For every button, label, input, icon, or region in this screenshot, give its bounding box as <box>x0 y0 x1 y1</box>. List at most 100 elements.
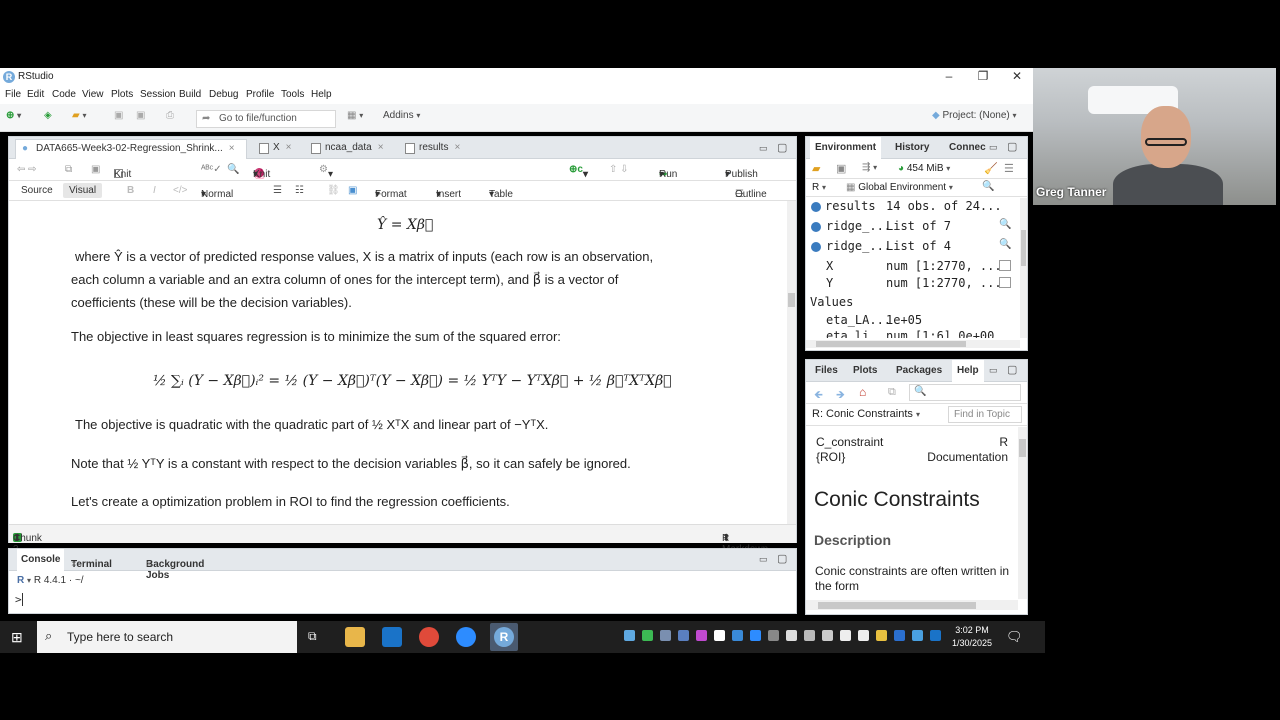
tray-icon[interactable] <box>624 630 635 641</box>
close-tab-icon[interactable]: × <box>229 143 235 154</box>
tray-icon[interactable] <box>912 630 923 641</box>
document-body[interactable]: Ŷ = Xβ⃗ where Ŷ is a vector of predicted… <box>9 201 787 524</box>
scrollbar-thumb[interactable] <box>818 602 976 609</box>
back-arrow-icon[interactable]: 🡸 <box>814 386 823 405</box>
addins-menu[interactable]: Addins ▾ <box>383 110 420 126</box>
expand-icon[interactable] <box>811 242 821 252</box>
maximize-pane-icon[interactable]: ▢ <box>777 141 787 154</box>
clear-broom-icon[interactable]: 🧹 <box>984 162 998 175</box>
tab-history[interactable]: History <box>895 142 929 153</box>
notification-icon[interactable]: 🗨 <box>1006 629 1023 645</box>
tray-icon[interactable] <box>696 630 707 641</box>
help-scrollbar[interactable] <box>1018 427 1027 599</box>
menu-debug[interactable]: Debug <box>209 89 238 100</box>
save-workspace-icon[interactable]: ▣ <box>836 162 846 175</box>
show-in-window-icon[interactable]: ⧉ <box>65 164 72 175</box>
new-file-icon[interactable]: ⊕ ▾ <box>6 110 21 126</box>
menu-build[interactable]: Build <box>179 89 201 100</box>
scrollbar-thumb[interactable] <box>1021 230 1026 266</box>
menu-tools[interactable]: Tools <box>281 89 304 100</box>
tray-icon[interactable] <box>786 630 797 641</box>
env-row-eta-li[interactable]: eta_li... num [1:6] 0e+00... <box>806 328 1018 338</box>
memory-usage[interactable]: ◕ 454 MiB ▾ <box>898 163 950 174</box>
taskbar-search[interactable]: ⌕ Type here to search <box>37 621 297 653</box>
tab-plots[interactable]: Plots <box>853 365 877 376</box>
find-icon[interactable]: 🔍 <box>227 164 239 175</box>
tray-icon[interactable] <box>678 630 689 641</box>
chrome-icon[interactable] <box>419 627 439 647</box>
close-tab-icon[interactable]: × <box>454 142 460 153</box>
tray-icon[interactable] <box>930 630 941 641</box>
tray-icon[interactable] <box>714 630 725 641</box>
tray-icon[interactable] <box>750 630 761 641</box>
tray-icon[interactable] <box>732 630 743 641</box>
tab-rmd-file[interactable]: ● DATA665-Week3-02-Regression_Shrink... × <box>15 139 247 159</box>
numbered-list-icon[interactable]: ☷ <box>295 185 304 196</box>
import-dataset-icon[interactable]: ⇶ ▾ <box>862 162 877 173</box>
prev-chunk-icon[interactable]: ⇧ ⇩ <box>609 164 629 175</box>
env-row-results[interactable]: results 14 obs. of 24... <box>806 198 1018 216</box>
environment-scrollbar[interactable] <box>1020 198 1027 338</box>
tab-ncaa-data[interactable]: ncaa_data × <box>305 139 391 159</box>
volume-icon[interactable] <box>840 630 851 641</box>
windows-start-icon[interactable]: ⊞ <box>11 629 23 646</box>
console-input[interactable]: > <box>15 593 23 606</box>
open-file-icon[interactable]: ▰ ▾ <box>72 110 86 126</box>
forward-arrow-icon[interactable]: 🡺 <box>836 386 845 405</box>
search-icon[interactable]: 🔍 <box>982 181 994 192</box>
tray-icon[interactable] <box>660 630 671 641</box>
network-icon[interactable] <box>858 630 869 641</box>
image-icon[interactable]: ▣ <box>348 185 357 196</box>
project-menu[interactable]: ◆ Project: (None) ▾ <box>932 110 1017 126</box>
find-in-topic-input[interactable]: Find in Topic <box>948 406 1022 423</box>
help-topic-select[interactable]: R: Conic Constraints ▾ <box>812 408 920 420</box>
minimize-pane-icon[interactable]: ▭ <box>759 554 768 565</box>
outlook-icon[interactable] <box>382 627 402 647</box>
task-view-icon[interactable]: ⧉ <box>308 629 317 644</box>
tray-icon[interactable] <box>642 630 653 641</box>
scrollbar-thumb[interactable] <box>816 341 966 347</box>
menu-file[interactable]: File <box>5 89 21 100</box>
close-icon[interactable]: ✕ <box>1000 68 1034 86</box>
environment-hscrollbar[interactable] <box>806 340 1020 348</box>
save-icon[interactable]: ▣ <box>114 110 123 126</box>
restore-icon[interactable]: ❐ <box>966 68 1000 86</box>
view-grid-icon[interactable] <box>999 277 1011 288</box>
close-tab-icon[interactable]: × <box>286 142 292 153</box>
save-icon[interactable]: ▣ <box>91 164 100 175</box>
code-icon[interactable]: </> <box>173 185 187 196</box>
file-explorer-icon[interactable] <box>345 627 365 647</box>
menu-edit[interactable]: Edit <box>27 89 44 100</box>
environment-scope-select[interactable]: ▦ Global Environment ▾ <box>846 182 953 193</box>
expand-icon[interactable] <box>811 222 821 232</box>
document-scrollbar[interactable] <box>787 201 796 524</box>
zoom-icon[interactable] <box>456 627 476 647</box>
taskbar-clock[interactable]: 3:02 PM 1/30/2025 <box>946 624 998 650</box>
bold-icon[interactable]: B <box>127 185 134 196</box>
close-tab-icon[interactable]: × <box>146 559 152 570</box>
save-all-icon[interactable]: ▣ <box>136 110 145 126</box>
maximize-pane-icon[interactable]: ▢ <box>1007 140 1017 153</box>
close-tab-icon[interactable]: × <box>71 559 77 570</box>
source-mode-button[interactable]: Source <box>21 185 53 196</box>
tab-files[interactable]: Files <box>815 365 838 376</box>
menu-plots[interactable]: Plots <box>111 89 133 100</box>
tab-help[interactable]: Help <box>952 360 984 382</box>
maximize-pane-icon[interactable]: ▢ <box>777 552 787 565</box>
settings-gear-icon[interactable]: ⚙ ▾ <box>319 164 333 180</box>
menu-code[interactable]: Code <box>52 89 76 100</box>
tab-x[interactable]: X × <box>253 139 299 159</box>
tab-packages[interactable]: Packages <box>896 365 942 376</box>
tray-icon[interactable] <box>894 630 905 641</box>
env-row-x[interactable]: X num [1:2770, ... <box>806 258 1018 276</box>
tray-icon[interactable] <box>876 630 887 641</box>
tray-icon[interactable] <box>822 630 833 641</box>
back-icon[interactable]: ⇦ ⇨ <box>17 164 37 175</box>
rstudio-taskbar-icon[interactable]: R <box>490 623 518 651</box>
env-row-y[interactable]: Y num [1:2770, ... <box>806 275 1018 293</box>
view-grid-icon[interactable] <box>999 260 1011 271</box>
insert-chunk-icon[interactable]: ⊕c ▾ <box>569 164 588 180</box>
tab-console[interactable]: Console <box>17 549 65 571</box>
expand-icon[interactable] <box>811 202 821 212</box>
bullet-list-icon[interactable]: ☰ <box>273 185 282 196</box>
